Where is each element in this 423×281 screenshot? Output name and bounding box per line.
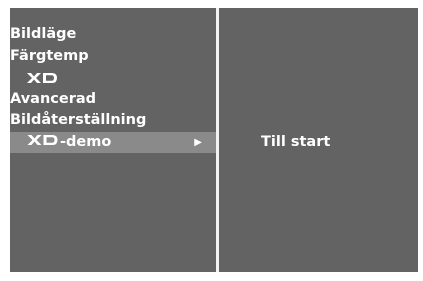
main-menu-panel: Bildläge Färgtemp Avancerad Bildåterstäl…	[10, 8, 216, 272]
submenu-panel: Till start	[219, 8, 418, 272]
bottom-edge	[10, 272, 418, 280]
menu-item-label-wrap: -demo	[26, 132, 111, 154]
submenu-option-till-start[interactable]: Till start	[261, 134, 330, 150]
menu-item-label: Bildåterställning	[10, 112, 147, 128]
picture-menu-list: Bildläge Färgtemp Avancerad Bildåterstäl…	[10, 24, 216, 153]
menu-item-avancerad[interactable]: Avancerad	[10, 89, 216, 111]
menu-item-label: -demo	[60, 133, 112, 150]
menu-item-label: Bildläge	[10, 26, 77, 42]
menu-item-xd[interactable]	[10, 67, 216, 89]
xd-logo-icon	[27, 134, 58, 145]
menu-item-bildlage[interactable]: Bildläge	[10, 24, 216, 46]
menu-item-label: Avancerad	[10, 90, 97, 107]
menu-item-fargtemp[interactable]: Färgtemp	[10, 46, 216, 68]
osd-menu-window: Bildläge Färgtemp Avancerad Bildåterstäl…	[10, 8, 418, 280]
menu-item-xd-demo[interactable]: -demo ▶	[10, 131, 216, 154]
menu-item-bildaterstallning[interactable]: Bildåterställning	[10, 110, 216, 132]
menu-item-label: Färgtemp	[10, 47, 89, 64]
xd-logo-icon	[27, 73, 57, 83]
submenu-arrow-icon: ▶	[194, 136, 202, 148]
